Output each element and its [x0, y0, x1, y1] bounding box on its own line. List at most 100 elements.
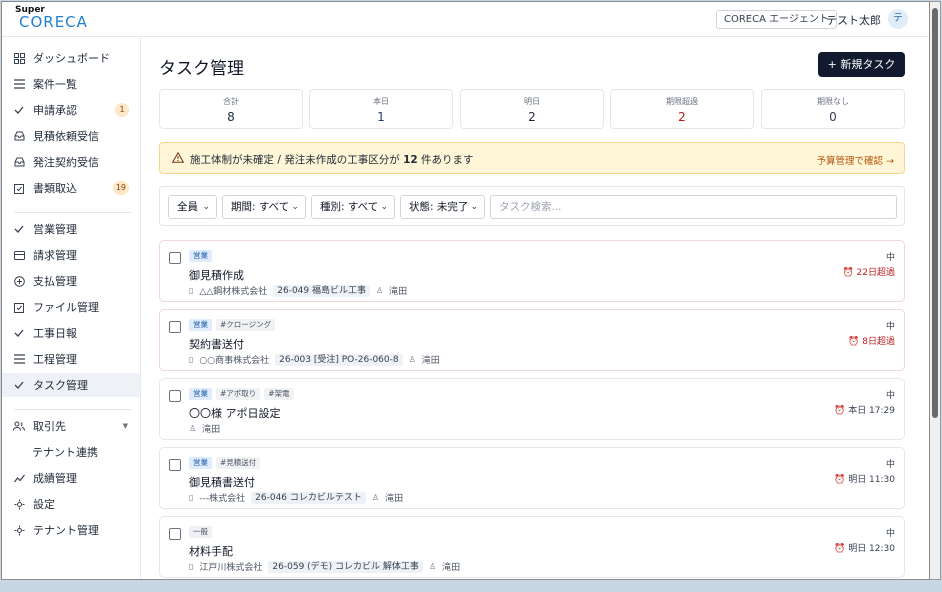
task-assignee: 滝田	[421, 356, 440, 366]
clipboard-check-icon	[13, 301, 25, 313]
sidebar-item-performance[interactable]: 成績管理	[2, 466, 140, 490]
sidebar-item-order-contracts[interactable]: 発注契約受信	[2, 150, 140, 174]
sidebar-item-label: テナント連携	[32, 446, 98, 459]
sidebar-item-label: 申請承認	[33, 104, 77, 117]
sidebar-item-label: 見積依頼受信	[33, 130, 99, 143]
stat-value: 1	[377, 110, 385, 124]
list-icon	[13, 78, 25, 90]
person-icon: ♙	[189, 424, 197, 433]
task-due: ⏰ 明日 12:30	[834, 544, 895, 554]
task-card[interactable]: 営業 #クロージング 契約書送付 ▯ ○○商事株式会社 26-003 [受注] …	[159, 309, 905, 371]
task-priority: 中	[885, 529, 895, 539]
sidebar-item-projects[interactable]: 案件一覧	[2, 72, 140, 96]
task-title[interactable]: 御見積作成	[189, 267, 244, 283]
inbox-icon	[13, 130, 25, 142]
task-title[interactable]: 〇〇様 アポ日設定	[189, 405, 281, 421]
hashtag: #アポ取り	[216, 388, 261, 400]
task-card[interactable]: 一般 材料手配 ▯ 江戸川株式会社 26-059 (デモ) コレカビル 解体工事…	[159, 516, 905, 578]
task-priority: 中	[885, 460, 895, 470]
sidebar-item-document-import[interactable]: 書類取込 19	[2, 176, 140, 200]
sidebar-item-daily-reports[interactable]: 工事日報	[2, 321, 140, 345]
sidebar-item-payments[interactable]: 支払管理	[2, 269, 140, 293]
person-icon: ♙	[371, 493, 380, 502]
chevron-down-icon: ⌄	[202, 202, 210, 212]
budget-check-link[interactable]: 予算管理で確認 →	[817, 153, 894, 167]
sidebar: ダッシュボード 案件一覧 申請承認 1 見積依頼受信 発注契約受信 書類取込 1…	[2, 37, 141, 579]
task-search-input[interactable]: タスク検索...	[490, 195, 897, 219]
task-project[interactable]: 26-046 コレカビルテスト	[251, 491, 366, 504]
task-checkbox[interactable]	[169, 390, 181, 402]
type-select[interactable]: 種別: すべて ⌄	[311, 195, 395, 219]
status-select[interactable]: 状態: 未完了 ⌄	[400, 195, 485, 219]
building-icon: ▯	[189, 562, 194, 571]
chevron-down-icon[interactable]: ▼	[123, 422, 128, 430]
task-assignee: 滝田	[202, 425, 221, 435]
task-project[interactable]: 26-049 福島ビル工事	[273, 284, 370, 297]
sidebar-item-tenant-admin[interactable]: テナント管理	[2, 518, 140, 542]
sidebar-item-dashboard[interactable]: ダッシュボード	[2, 46, 140, 70]
category-tag: 営業	[189, 319, 212, 331]
sidebar-item-label: 発注契約受信	[33, 156, 99, 169]
person-icon: ♙	[408, 355, 416, 364]
sidebar-item-billing[interactable]: 請求管理	[2, 243, 140, 267]
hashtag: #クロージング	[216, 319, 276, 331]
stat-card-no-deadline[interactable]: 期限なし 0	[761, 89, 905, 129]
agent-button[interactable]: CORECA エージェント	[716, 10, 837, 29]
check-icon	[13, 379, 25, 391]
task-tags: 一般	[189, 526, 212, 538]
task-assignee: 滝田	[442, 563, 461, 573]
task-checkbox[interactable]	[169, 459, 181, 471]
warning-triangle-icon	[171, 151, 185, 164]
avatar[interactable]: テ	[888, 9, 908, 29]
sidebar-item-approvals[interactable]: 申請承認 1	[2, 98, 140, 122]
assignee-select[interactable]: 全員 ⌄	[168, 195, 217, 219]
sidebar-item-estimate-requests[interactable]: 見積依頼受信	[2, 124, 140, 148]
sidebar-item-settings[interactable]: 設定	[2, 492, 140, 516]
sidebar-item-sales[interactable]: 営業管理	[2, 217, 140, 241]
document-import-count-badge: 19	[112, 181, 129, 195]
chevron-down-icon: ⌄	[470, 202, 478, 212]
building-icon: ▯	[189, 286, 194, 295]
task-checkbox[interactable]	[169, 528, 181, 540]
stat-card-tomorrow[interactable]: 明日 2	[460, 89, 604, 129]
stat-card-total[interactable]: 合計 8	[159, 89, 303, 129]
task-title[interactable]: 御見積書送付	[189, 474, 255, 490]
sidebar-item-label: 営業管理	[33, 223, 77, 236]
task-title[interactable]: 契約書送付	[189, 336, 244, 352]
task-project[interactable]: 26-003 [受注] PO-26-060-8	[275, 353, 403, 366]
sidebar-item-schedule[interactable]: 工程管理	[2, 347, 140, 371]
sidebar-item-partners[interactable]: 取引先 ▼	[2, 414, 140, 438]
sidebar-item-label: 支払管理	[33, 275, 77, 288]
period-select[interactable]: 期間: すべて ⌄	[222, 195, 306, 219]
task-meta: ▯ 江戸川株式会社 26-059 (デモ) コレカビル 解体工事 ♙ 滝田	[189, 560, 460, 573]
page-title: タスク管理	[159, 59, 244, 79]
task-card[interactable]: 営業 #見積送付 御見積書送付 ▯ ---株式会社 26-046 コレカビルテス…	[159, 447, 905, 509]
inbox-icon	[13, 156, 25, 168]
stat-card-overdue[interactable]: 期限超過 2	[610, 89, 754, 129]
task-title[interactable]: 材料手配	[189, 543, 233, 559]
logo-coreca[interactable]: CORECA	[19, 13, 88, 31]
warning-alert: 施工体制が未確定 / 発注未作成の工事区分が 12 件あります 予算管理で確認 …	[159, 142, 905, 174]
task-card[interactable]: 営業 #アポ取り #架電 〇〇様 アポ日設定 ♙ 滝田 中 ⏰ 本日 17:29	[159, 378, 905, 440]
list-icon	[13, 353, 25, 365]
sidebar-item-tenant-link[interactable]: テナント連携	[2, 440, 140, 464]
sidebar-item-tasks[interactable]: タスク管理	[2, 373, 140, 397]
task-card[interactable]: 営業 御見積作成 ▯ △△鋼材株式会社 26-049 福島ビル工事 ♙ 滝田 中…	[159, 240, 905, 302]
task-meta: ♙ 滝田	[189, 422, 220, 435]
person-icon: ♙	[376, 286, 384, 295]
user-name[interactable]: テスト太郎	[826, 12, 881, 28]
new-task-button[interactable]: + 新規タスク	[818, 52, 905, 77]
sidebar-divider	[14, 212, 132, 213]
stat-label: 合計	[223, 97, 239, 106]
task-project[interactable]: 26-059 (デモ) コレカビル 解体工事	[268, 560, 423, 573]
sidebar-item-files[interactable]: ファイル管理	[2, 295, 140, 319]
task-checkbox[interactable]	[169, 252, 181, 264]
category-tag: 一般	[189, 526, 212, 538]
scrollbar-thumb[interactable]	[932, 8, 938, 418]
task-checkbox[interactable]	[169, 321, 181, 333]
task-assignee: 滝田	[385, 494, 404, 504]
gear-icon	[13, 498, 25, 510]
stat-card-today[interactable]: 本日 1	[309, 89, 453, 129]
alarm-clock-icon: ⏰	[834, 475, 846, 485]
vertical-scrollbar[interactable]	[930, 1, 941, 580]
